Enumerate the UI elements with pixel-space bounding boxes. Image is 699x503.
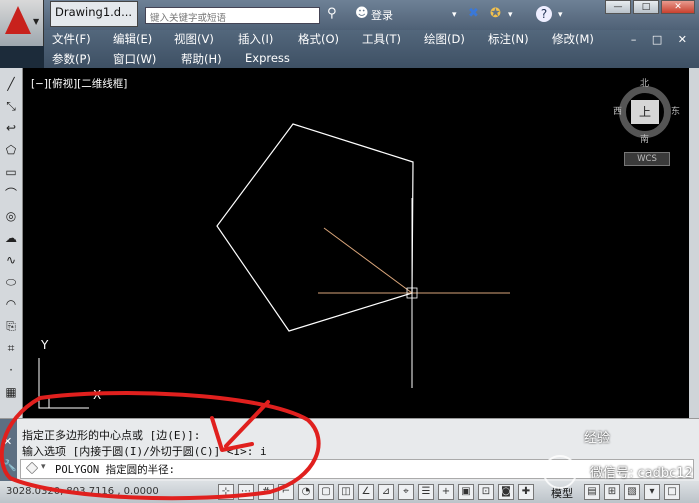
document-window-controls[interactable]: – □ ✕ — [631, 33, 693, 46]
annotation-monitor-icon[interactable]: ◙ — [498, 484, 514, 500]
draw-toolbar: ╱ ⤡ ↩ ⬠ ▭ ⌒ ◎ ☁ ∿ ⬭ ◠ ⎘ ⌗ · ▦ — [0, 68, 23, 418]
polyline-icon[interactable]: ↩ — [3, 120, 19, 136]
lineweight-icon[interactable]: ☰ — [418, 484, 434, 500]
command-prompt-text: POLYGON 指定圆的半径: — [55, 464, 175, 476]
hatch-icon[interactable]: ▦ — [3, 384, 19, 400]
menu-express[interactable]: Express — [245, 51, 290, 65]
user-icon: ☻ — [355, 6, 369, 21]
object-snap-icon[interactable]: ▢ — [318, 484, 334, 500]
insert-block-icon[interactable]: ⎘ — [3, 318, 19, 334]
subscription-icon[interactable]: ✪ — [490, 6, 501, 21]
close-button[interactable]: ✕ — [661, 0, 695, 14]
selection-cycling-icon[interactable]: ⊡ — [478, 484, 494, 500]
menu-view[interactable]: 视图(V) — [174, 31, 214, 47]
help-icon[interactable]: ? — [536, 6, 552, 22]
command-history-line-1: 指定正多边形的中心点或 [边(E)]: — [22, 429, 201, 442]
menu-insert[interactable]: 插入(I) — [238, 31, 273, 47]
command-prompt-icon — [25, 461, 39, 475]
menu-dimension[interactable]: 标注(N) — [488, 31, 529, 47]
dropdown-arrow-icon-2[interactable]: ▾ — [508, 10, 513, 20]
menu-bar: 文件(F) 编辑(E) 视图(V) 插入(I) 格式(O) 工具(T) 绘图(D… — [44, 30, 699, 68]
menu-file[interactable]: 文件(F) — [52, 31, 91, 47]
3d-object-snap-icon[interactable]: ◫ — [338, 484, 354, 500]
menu-modify[interactable]: 修改(M) — [552, 31, 594, 47]
menu-format[interactable]: 格式(O) — [298, 31, 339, 47]
transparency-icon[interactable]: + — [438, 484, 454, 500]
recent-commands-arrow-icon[interactable]: ▾ — [41, 462, 46, 472]
infer-constraints-icon[interactable]: ⊹ — [218, 484, 234, 500]
search-input[interactable]: 键入关键字或短语 — [145, 7, 320, 24]
wcs-menu[interactable]: WCS — [624, 152, 670, 166]
coordinate-readout: 3028.0320, 803.7116 , 0.0000 — [6, 486, 159, 497]
drawing-area[interactable]: [−][俯视][二维线框] Y X 上 北 南 东 西 WCS — [23, 68, 689, 418]
quick-view-icon[interactable]: ⊞ — [604, 484, 620, 500]
vertical-scrollbar[interactable] — [689, 68, 699, 418]
pentagon-shape — [216, 123, 414, 332]
annotation-scale-icon[interactable]: ▧ — [624, 484, 640, 500]
menu-help[interactable]: 帮助(H) — [181, 51, 222, 67]
polygon-icon[interactable]: ⬠ — [3, 142, 19, 158]
menu-window[interactable]: 窗口(W) — [113, 51, 156, 67]
login-button[interactable]: 登录 — [371, 7, 393, 23]
menu-draw[interactable]: 绘图(D) — [424, 31, 465, 47]
dynamic-input-icon[interactable]: ⌖ — [398, 484, 414, 500]
clean-screen-icon[interactable]: □ — [664, 484, 680, 500]
drawing-geometry — [38, 123, 510, 409]
ucs-origin-box — [38, 397, 50, 409]
point-icon[interactable]: · — [3, 362, 19, 378]
viewcube-west[interactable]: 西 — [613, 104, 622, 117]
rectangle-icon[interactable]: ▭ — [3, 164, 19, 180]
spline-icon[interactable]: ∿ — [3, 252, 19, 268]
ortho-mode-icon[interactable]: ⌐ — [278, 484, 294, 500]
status-bar: 3028.0320, 803.7116 , 0.0000 ⊹ ⋯ # ⌐ ◔ ▢… — [0, 481, 699, 503]
exchange-icon[interactable]: ✖ — [468, 6, 479, 21]
menu-tools[interactable]: 工具(T) — [362, 31, 401, 47]
window-controls: — □ ✕ — [605, 0, 695, 16]
autocad-logo-icon — [5, 6, 31, 34]
workspace-icon[interactable]: ▾ — [644, 484, 660, 500]
quick-properties-icon[interactable]: ▣ — [458, 484, 474, 500]
close-command-icon[interactable]: ✕ — [3, 435, 12, 448]
viewcube-east[interactable]: 东 — [671, 104, 680, 117]
layout-icon[interactable]: ▤ — [584, 484, 600, 500]
arc-icon[interactable]: ⌒ — [3, 186, 19, 202]
dropdown-arrow-icon[interactable]: ▾ — [452, 10, 457, 20]
grid-display-icon[interactable]: # — [258, 484, 274, 500]
command-history-line-2: 输入选项 [内接于圆(I)/外切于圆(C)] <I>: i — [22, 445, 267, 458]
ellipse-icon[interactable]: ⬭ — [3, 274, 19, 290]
ellipse-arc-icon[interactable]: ◠ — [3, 296, 19, 312]
circle-icon[interactable]: ◎ — [3, 208, 19, 224]
object-snap-tracking-icon[interactable]: ∠ — [358, 484, 374, 500]
dropdown-arrow-icon-3[interactable]: ▾ — [558, 10, 563, 20]
dropdown-arrow-icon-app: ▼ — [33, 17, 40, 26]
customize-wrench-icon[interactable]: 🔧 — [3, 459, 17, 472]
dynamic-ucs-icon[interactable]: ⊿ — [378, 484, 394, 500]
binoculars-icon[interactable]: ⚲ — [327, 6, 337, 21]
watermark-text-bottom: 微信号: cadbc12 — [590, 466, 693, 481]
revision-cloud-icon[interactable]: ☁ — [3, 230, 19, 246]
maximize-button[interactable]: □ — [633, 0, 659, 14]
application-menu-button[interactable]: ▼ — [0, 0, 44, 46]
ucs-x-label: X — [93, 388, 102, 402]
menu-parametric[interactable]: 参数(P) — [52, 51, 91, 67]
ucs-y-label: Y — [41, 338, 49, 352]
document-tab[interactable]: Drawing1.d... — [50, 1, 138, 27]
construction-line-icon[interactable]: ⤡ — [3, 98, 19, 114]
line-icon[interactable]: ╱ — [3, 76, 19, 92]
watermark-logo — [543, 455, 577, 489]
radius-rubberband-line — [323, 227, 413, 294]
viewcube-north[interactable]: 北 — [640, 76, 649, 89]
watermark-text-top: 经验 — [584, 431, 611, 446]
minimize-button[interactable]: — — [605, 0, 631, 14]
autocad-window: Drawing1.d... 键入关键字或短语 ⚲ ☻ 登录 ▾ ✖ ✪ ▾ ? … — [0, 0, 699, 503]
command-window-handle[interactable]: ✕ 🔧 — [0, 419, 17, 482]
viewcube-south[interactable]: 南 — [640, 132, 649, 145]
snap-mode-icon[interactable]: ⋯ — [238, 484, 254, 500]
polar-tracking-icon[interactable]: ◔ — [298, 484, 314, 500]
title-bar: Drawing1.d... 键入关键字或短语 ⚲ ☻ 登录 ▾ ✖ ✪ ▾ ? … — [0, 0, 699, 30]
viewcube-top-face[interactable]: 上 — [631, 100, 659, 124]
pan-icon[interactable]: ✚ — [518, 484, 534, 500]
menu-edit[interactable]: 编辑(E) — [113, 31, 152, 47]
make-block-icon[interactable]: ⌗ — [3, 340, 19, 356]
